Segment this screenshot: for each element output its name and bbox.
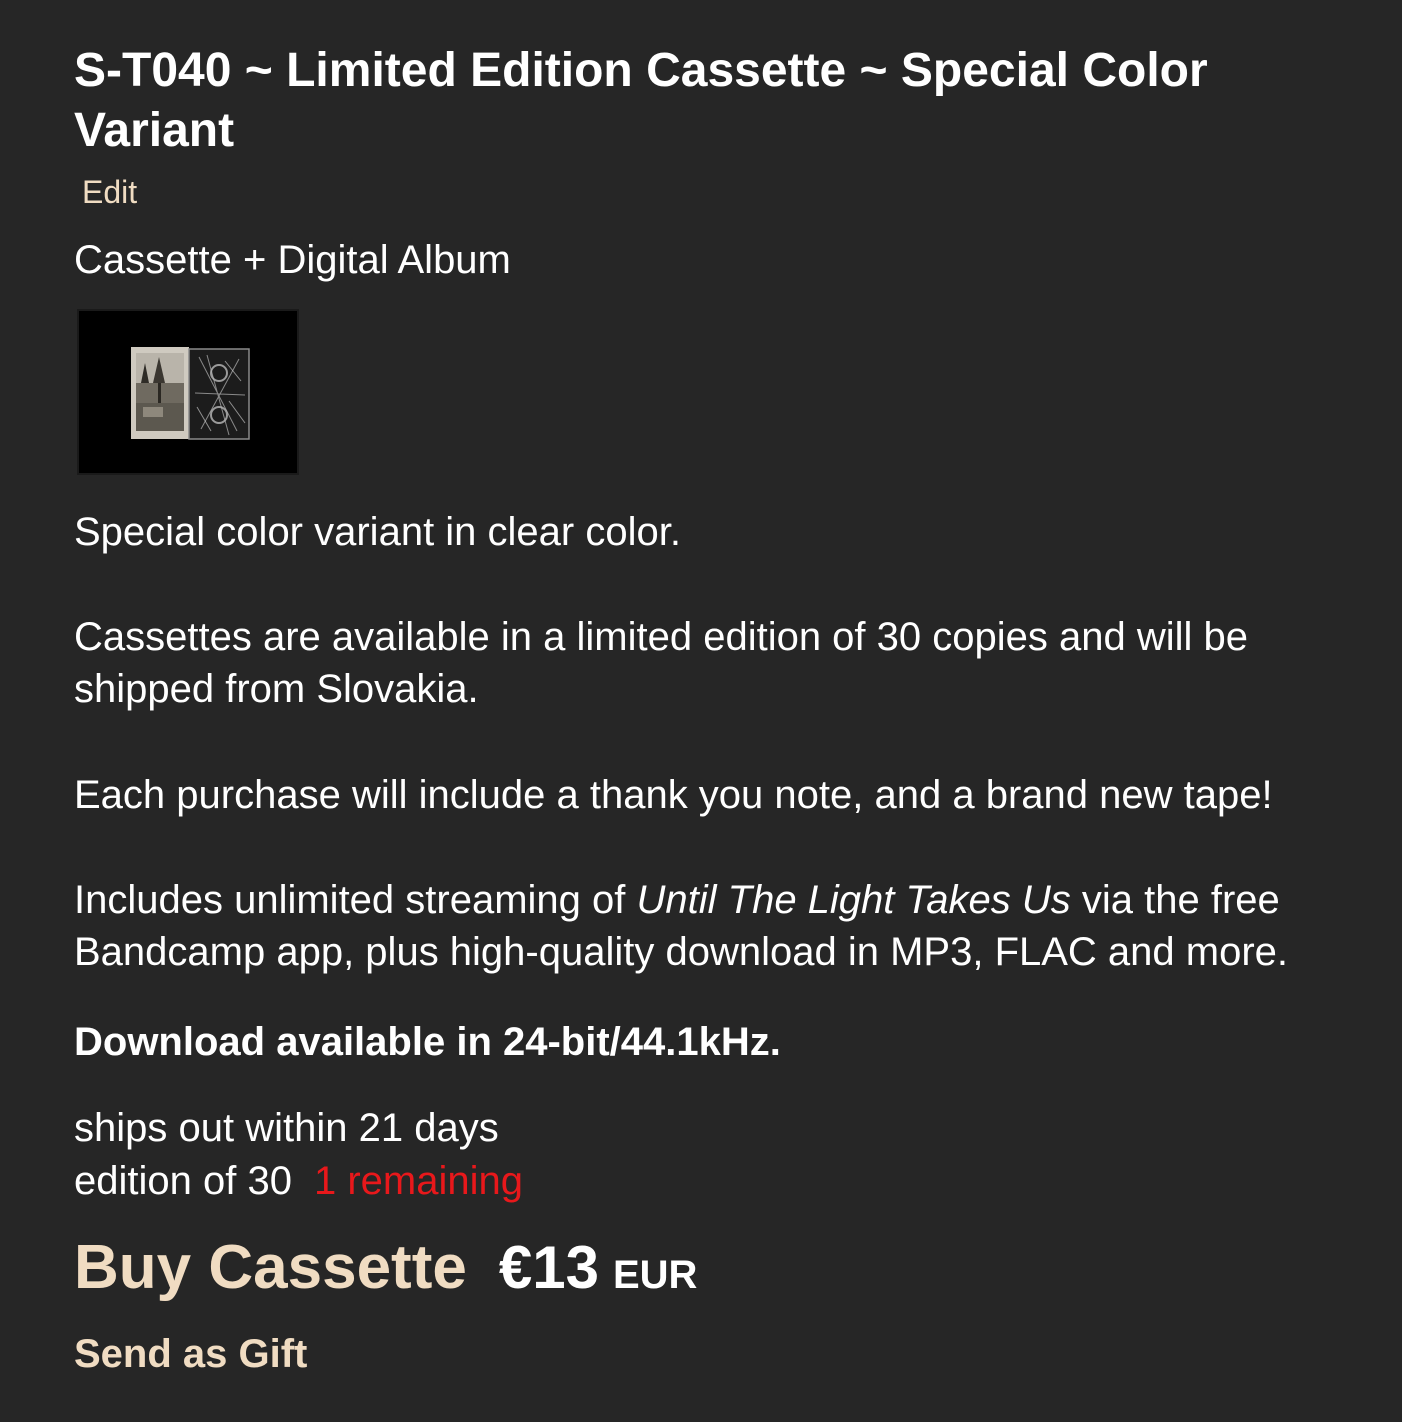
buy-row: Buy Cassette €13 EUR <box>74 1230 697 1306</box>
send-as-gift-button[interactable]: Send as Gift <box>74 1328 307 1380</box>
description-paragraph-2: Cassettes are available in a limited edi… <box>74 615 1249 711</box>
package-title: S-T040 ~ Limited Edition Cassette ~ Spec… <box>74 44 1208 157</box>
description-paragraph-1: Special color variant in clear color. <box>74 510 681 554</box>
ships-out-text: ships out within 21 days <box>74 1106 499 1150</box>
cassette-thumbnail[interactable] <box>77 309 299 475</box>
price: €13 <box>498 1234 599 1301</box>
hires-download-notice: Download available in 24-bit/44.1kHz. <box>74 1020 781 1064</box>
streaming-info-intro: Includes unlimited streaming of <box>74 878 637 922</box>
cassette-photo <box>79 311 297 473</box>
description-paragraph-3: Each purchase will include a thank you n… <box>74 773 1273 817</box>
edition-size: edition of 30 <box>74 1159 292 1203</box>
currency: EUR <box>612 1253 698 1297</box>
remaining-count: 1 remaining <box>313 1159 523 1203</box>
buy-cassette-button[interactable]: Buy Cassette <box>74 1233 467 1302</box>
edit-link[interactable]: Edit <box>82 172 137 212</box>
streaming-info: Includes unlimited streaming of Until Th… <box>74 874 1394 978</box>
edition-info: edition of 30 1 remaining <box>74 1155 523 1207</box>
album-title: Until The Light Takes Us <box>636 878 1071 922</box>
package-format: Cassette + Digital Album <box>74 238 511 282</box>
